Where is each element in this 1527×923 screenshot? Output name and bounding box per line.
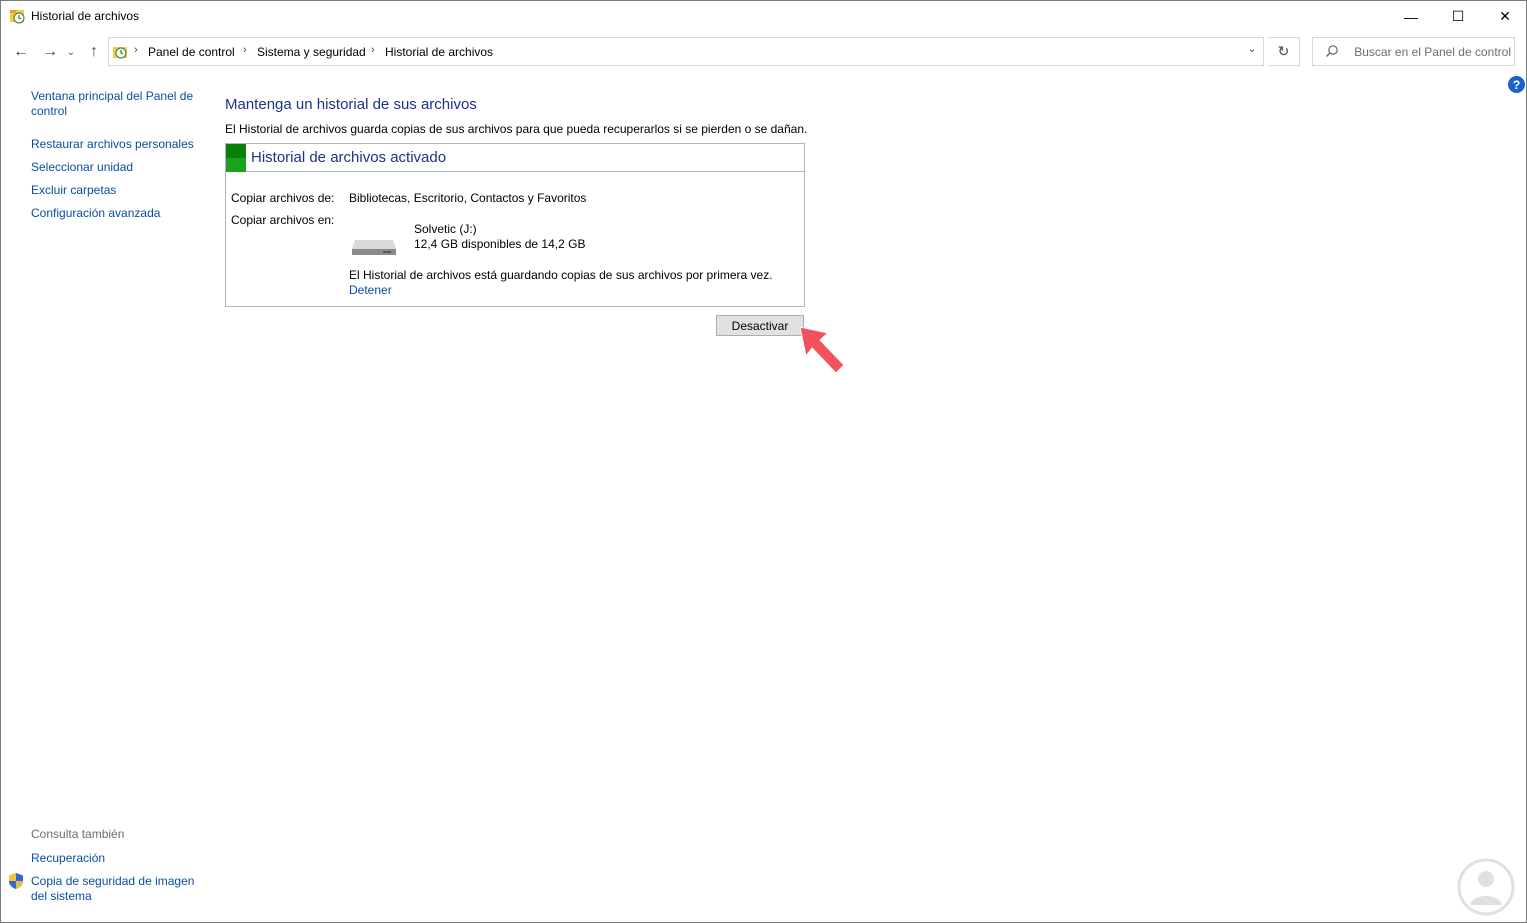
back-button[interactable]: ←	[10, 41, 32, 63]
left-sidebar: Ventana principal del Panel de control R…	[1, 72, 211, 922]
annotation-arrow-icon	[799, 326, 845, 374]
address-dropdown-icon[interactable]: ⌄	[1245, 44, 1259, 55]
minimize-button[interactable]: —	[1388, 1, 1434, 32]
forward-button[interactable]: →	[39, 41, 61, 63]
breadcrumb-item-system-security[interactable]: Sistema y seguridad	[257, 45, 366, 59]
sidebar-item-exclude-folders[interactable]: Excluir carpetas	[31, 183, 206, 198]
breadcrumb-item-control-panel[interactable]: Panel de control	[148, 45, 235, 59]
status-header: Historial de archivos activado	[226, 144, 804, 172]
see-also-heading: Consulta también	[31, 827, 125, 841]
breadcrumb-separator[interactable]: ›	[243, 44, 247, 56]
chevron-down-icon: ⌄	[66, 46, 76, 58]
page-description: El Historial de archivos guarda copias d…	[225, 122, 808, 136]
breadcrumb-item-file-history[interactable]: Historial de archivos	[385, 45, 493, 59]
page-title: Mantenga un historial de sus archivos	[225, 96, 477, 113]
sidebar-item-restore-files[interactable]: Restaurar archivos personales	[31, 137, 206, 152]
window-title: Historial de archivos	[31, 9, 140, 23]
refresh-icon: ↻	[1277, 43, 1290, 59]
status-message: El Historial de archivos está guardando …	[349, 268, 773, 282]
file-history-window: Historial de archivos — ☐ ✕ ← → ⌄ ↑ › Pa…	[0, 0, 1527, 923]
file-history-app-icon	[10, 10, 25, 24]
copy-from-label: Copiar archivos de:	[231, 191, 335, 205]
maximize-button[interactable]: ☐	[1435, 1, 1481, 32]
refresh-button[interactable]: ↻	[1268, 37, 1300, 66]
drive-name: Solvetic (J:)	[414, 222, 477, 236]
recent-locations-button[interactable]: ⌄	[64, 41, 78, 63]
up-arrow-icon: ↑	[90, 43, 98, 60]
breadcrumb-separator[interactable]: ›	[371, 44, 375, 56]
sidebar-item-recovery[interactable]: Recuperación	[31, 851, 206, 866]
sidebar-item-select-drive[interactable]: Seleccionar unidad	[31, 160, 206, 175]
watermark-logo	[1457, 858, 1515, 916]
uac-shield-icon	[9, 873, 23, 889]
close-icon: ✕	[1499, 8, 1511, 24]
close-button[interactable]: ✕	[1482, 1, 1527, 32]
forward-arrow-icon: →	[42, 43, 58, 60]
status-indicator-shade	[226, 144, 246, 158]
sidebar-item-system-image-backup[interactable]: Copia de seguridad de imagen del sistema	[31, 874, 206, 904]
help-icon[interactable]: ?	[1508, 76, 1525, 93]
drive-icon	[352, 240, 396, 255]
stop-link[interactable]: Detener	[349, 283, 392, 297]
control-panel-icon	[113, 47, 127, 59]
status-indicator	[226, 144, 246, 172]
drive-space: 12,4 GB disponibles de 14,2 GB	[414, 237, 586, 251]
copy-from-value: Bibliotecas, Escritorio, Contactos y Fav…	[349, 191, 587, 205]
search-input[interactable]	[1345, 41, 1511, 62]
up-button[interactable]: ↑	[83, 41, 105, 63]
search-icon	[1326, 45, 1338, 57]
minimize-icon: —	[1404, 8, 1418, 25]
address-bar[interactable]: › Panel de control › Sistema y seguridad…	[108, 37, 1264, 66]
status-panel: Historial de archivos activado Copiar ar…	[225, 143, 805, 307]
address-row: ← → ⌄ ↑ › Panel de control › Sistema y s…	[1, 32, 1526, 72]
status-title: Historial de archivos activado	[251, 149, 447, 166]
sidebar-item-advanced-settings[interactable]: Configuración avanzada	[31, 206, 206, 221]
deactivate-button[interactable]: Desactivar	[716, 315, 804, 336]
breadcrumb-separator: ›	[134, 44, 138, 56]
title-bar: Historial de archivos — ☐ ✕	[1, 1, 1526, 32]
search-box[interactable]	[1312, 37, 1515, 66]
copy-to-label: Copiar archivos en:	[231, 213, 335, 227]
maximize-icon: ☐	[1451, 8, 1465, 24]
sidebar-item-control-panel-home[interactable]: Ventana principal del Panel de control	[31, 89, 206, 119]
back-arrow-icon: ←	[13, 43, 29, 60]
